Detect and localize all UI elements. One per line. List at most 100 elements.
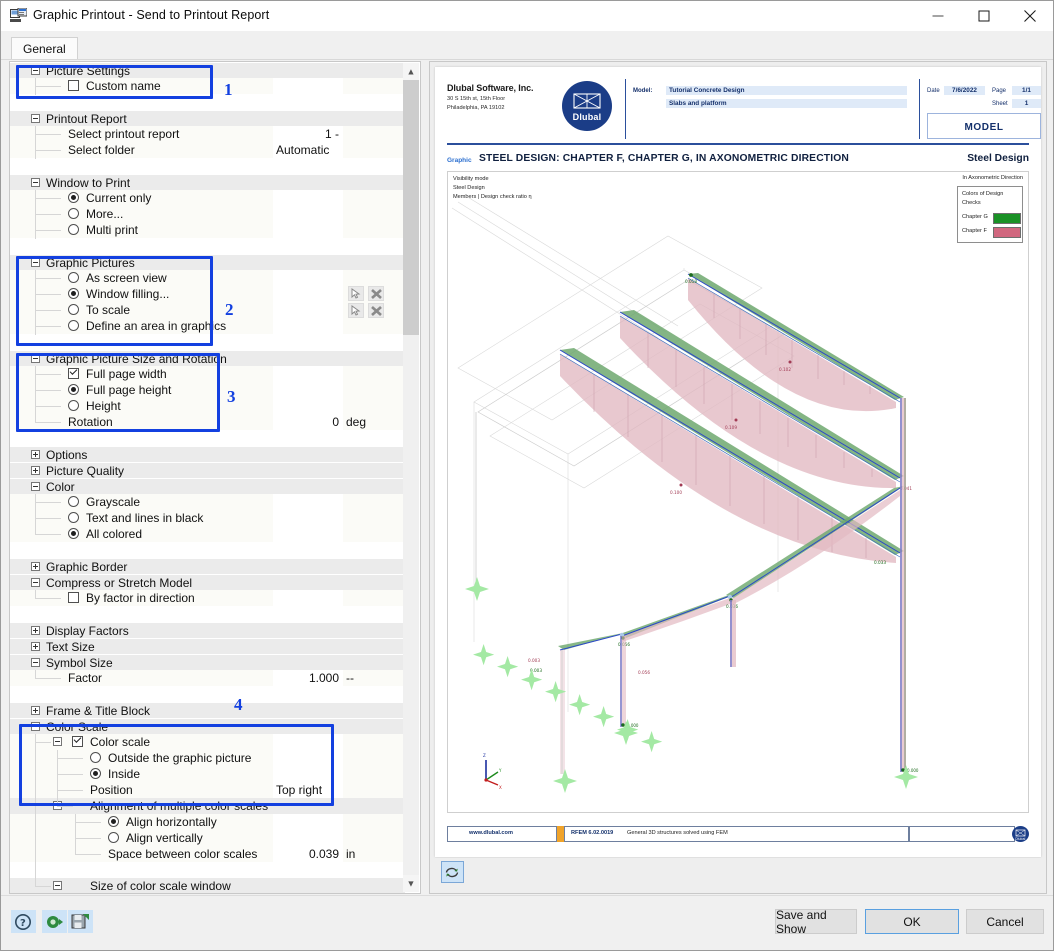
tree-group-options[interactable]: Options (10, 446, 405, 462)
tree-item-window-filling[interactable]: Window filling... (10, 286, 405, 302)
expand-icon[interactable] (31, 562, 40, 571)
scroll-up-button[interactable]: ▲ (403, 63, 419, 80)
tree-group-compress-stretch[interactable]: Compress or Stretch Model (10, 574, 405, 590)
tree-item-custom-name[interactable]: Custom name (10, 78, 405, 94)
collapse-icon[interactable] (31, 354, 40, 363)
tree-group-window-to-print[interactable]: Window to Print (10, 174, 405, 190)
tab-general[interactable]: General (11, 37, 78, 60)
expand-icon[interactable] (31, 626, 40, 635)
outside-graphic-radio[interactable] (90, 752, 101, 763)
unit-cell (343, 398, 403, 414)
full-page-width-checkbox[interactable] (68, 368, 79, 379)
tree-item-space-between[interactable]: 0.039 in Space between color scales (10, 846, 405, 862)
expand-icon[interactable] (31, 642, 40, 651)
tree-item-current-only[interactable]: Current only (10, 190, 405, 206)
collapse-icon[interactable] (53, 737, 62, 746)
tree-group-size-color-scale-window[interactable]: Size of color scale window (10, 878, 405, 893)
to-scale-radio[interactable] (68, 304, 79, 315)
tree-item-full-page-height[interactable]: Full page height (10, 382, 405, 398)
close-button[interactable] (1007, 1, 1053, 31)
collapse-icon[interactable] (31, 482, 40, 491)
tree-group-color[interactable]: Color (10, 478, 405, 494)
collapse-icon[interactable] (31, 722, 40, 731)
tree-group-graphic-pictures[interactable]: Graphic Pictures (10, 254, 405, 270)
as-screen-view-radio[interactable] (68, 272, 79, 283)
all-colored-radio[interactable] (68, 528, 79, 539)
tree-item-select-folder[interactable]: Select folder Automatic (10, 142, 405, 158)
pick-window-button[interactable] (348, 286, 364, 301)
tree-item-full-page-width[interactable]: Full page width (10, 366, 405, 382)
tree-group-frame-title-block[interactable]: Frame & Title Block (10, 702, 405, 718)
clear-area-button[interactable] (368, 303, 384, 318)
tree-item-by-factor-direction[interactable]: By factor in direction (10, 590, 405, 606)
clear-window-button[interactable] (368, 286, 384, 301)
tree-group-text-size[interactable]: Text Size (10, 638, 405, 654)
collapse-icon[interactable] (31, 66, 40, 75)
collapse-icon[interactable] (31, 114, 40, 123)
collapse-icon[interactable] (31, 258, 40, 267)
collapse-icon[interactable] (31, 658, 40, 667)
tree-item-color-scale-toggle[interactable]: Color scale (10, 734, 405, 750)
color-scale-checkbox[interactable] (72, 736, 83, 747)
tree-group-printout-report[interactable]: Printout Report (10, 110, 405, 126)
collapse-icon[interactable] (53, 881, 62, 890)
text-lines-black-radio[interactable] (68, 512, 79, 523)
tree-group-graphic-border[interactable]: Graphic Border (10, 558, 405, 574)
tree-group-size-rotation[interactable]: Graphic Picture Size and Rotation (10, 350, 405, 366)
tree-group-picture-settings[interactable]: Picture Settings (10, 62, 405, 78)
refresh-button[interactable] (441, 861, 464, 883)
tree-item-align-horizontally[interactable]: Align horizontally (10, 814, 405, 830)
graphic-frame[interactable]: Visibility mode Steel Design Members | D… (447, 171, 1029, 813)
cancel-button[interactable]: Cancel (966, 909, 1044, 934)
maximize-button[interactable] (961, 1, 1007, 31)
tree-group-picture-quality[interactable]: Picture Quality (10, 462, 405, 478)
info-button[interactable] (42, 910, 67, 933)
tree-item-select-printout-report[interactable]: 1 - Select printout report (10, 126, 405, 142)
tree-item-more[interactable]: More... (10, 206, 405, 222)
align-vertically-radio[interactable] (108, 832, 119, 843)
collapse-icon[interactable] (31, 578, 40, 587)
tree-item-align-vertically[interactable]: Align vertically (10, 830, 405, 846)
tree-item-factor[interactable]: 1.000 -- Factor (10, 670, 405, 686)
tree-item-text-lines-black[interactable]: Text and lines in black (10, 510, 405, 526)
full-page-height-radio[interactable] (68, 384, 79, 395)
align-horizontally-radio[interactable] (108, 816, 119, 827)
tree-item-as-screen-view[interactable]: As screen view (10, 270, 405, 286)
settings-scrollbar[interactable]: ▲ ▼ (403, 63, 419, 892)
expand-icon[interactable] (31, 466, 40, 475)
tree-group-symbol-size[interactable]: Symbol Size (10, 654, 405, 670)
callout-number-2: 2 (225, 300, 234, 319)
help-button[interactable]: ? (11, 910, 36, 933)
pick-area-button[interactable] (348, 303, 364, 318)
ok-button[interactable]: OK (865, 909, 959, 934)
define-area-radio[interactable] (68, 320, 79, 331)
tree-item-to-scale[interactable]: To scale (10, 302, 405, 318)
tree-item-define-area[interactable]: Define an area in graphics (10, 318, 405, 334)
grayscale-radio[interactable] (68, 496, 79, 507)
inside-radio[interactable] (90, 768, 101, 779)
tree-group-display-factors[interactable]: Display Factors (10, 622, 405, 638)
height-radio[interactable] (68, 400, 79, 411)
tree-group-color-scale[interactable]: Color Scale (10, 718, 405, 734)
tree-item-multi-print[interactable]: Multi print (10, 222, 405, 238)
document-page[interactable]: Dlubal Software, Inc. 30 S 15th st, 15th… (435, 67, 1041, 857)
current-only-radio[interactable] (68, 192, 79, 203)
scroll-down-button[interactable]: ▼ (403, 875, 419, 892)
tree-item-rotation[interactable]: 0 deg Rotation (10, 414, 405, 430)
scrollbar-thumb[interactable] (403, 80, 419, 335)
by-factor-direction-checkbox[interactable] (68, 592, 79, 603)
multi-print-radio[interactable] (68, 224, 79, 235)
more-radio[interactable] (68, 208, 79, 219)
expand-icon[interactable] (31, 706, 40, 715)
save-settings-button[interactable] (68, 910, 93, 933)
custom-name-checkbox[interactable] (68, 80, 79, 91)
tree-item-all-colored[interactable]: All colored (10, 526, 405, 542)
tree-item-height[interactable]: Height (10, 398, 405, 414)
save-and-show-button[interactable]: Save and Show (775, 908, 857, 936)
tree-connector (35, 214, 61, 215)
tree-item-grayscale[interactable]: Grayscale (10, 494, 405, 510)
minimize-button[interactable] (915, 1, 961, 31)
window-filling-radio[interactable] (68, 288, 79, 299)
expand-icon[interactable] (31, 450, 40, 459)
collapse-icon[interactable] (31, 178, 40, 187)
